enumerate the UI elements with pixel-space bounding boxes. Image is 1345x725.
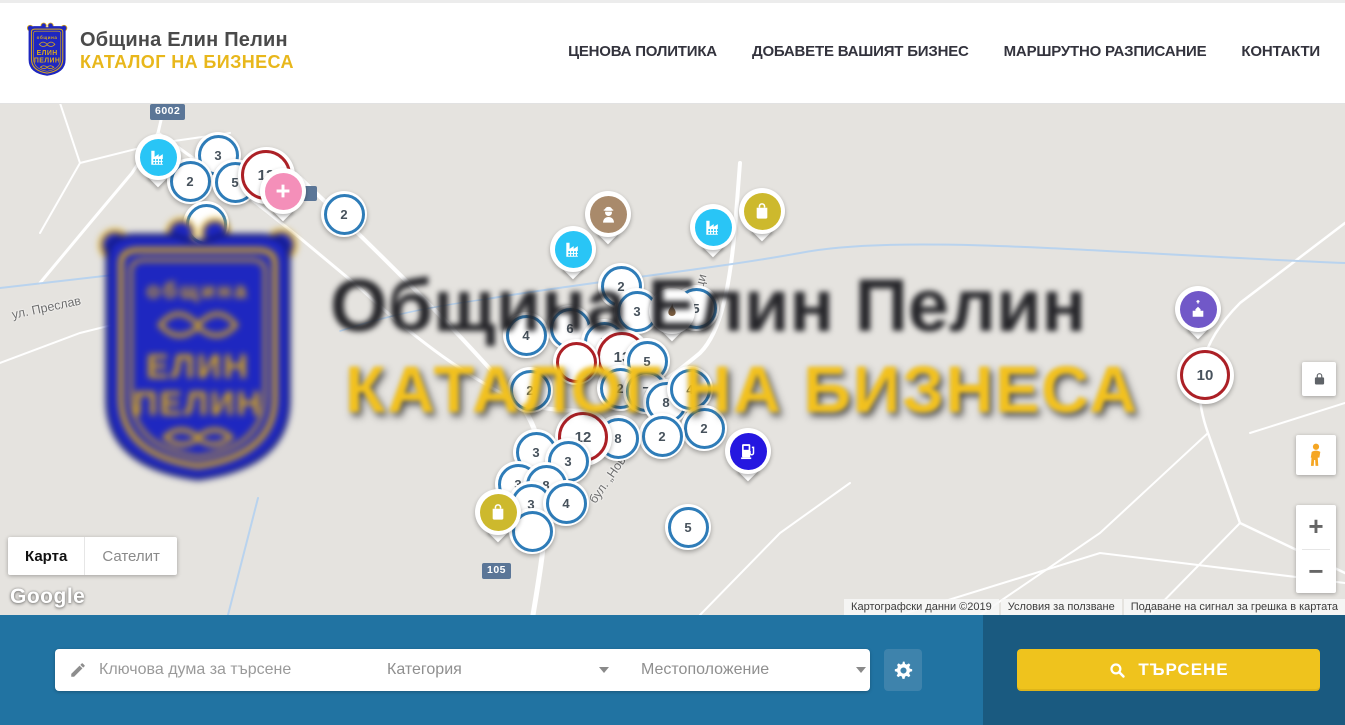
brand-subtitle: КАТАЛОГ НА БИЗНЕСА — [80, 52, 294, 73]
cluster-marker[interactable]: 5 — [665, 504, 711, 550]
nav-item-contacts[interactable]: КОНТАКТИ — [1241, 43, 1320, 60]
brand-title: Община Елин Пелин — [80, 29, 294, 52]
attribution-report-error-link[interactable]: Подаване на сигнал за грешка в картата — [1124, 599, 1345, 615]
gear-icon — [893, 660, 914, 681]
cluster-marker[interactable] — [553, 339, 599, 385]
pin-marker-plus[interactable] — [259, 168, 307, 230]
keyword-input[interactable] — [97, 660, 371, 680]
keyword-field — [55, 649, 371, 691]
category-select[interactable]: Категория — [371, 649, 625, 691]
lock-icon — [1311, 371, 1328, 388]
cluster-marker[interactable]: 2 — [507, 367, 553, 413]
advanced-search-button[interactable] — [884, 649, 922, 691]
cluster-marker[interactable]: 4 — [503, 312, 549, 358]
cluster-marker[interactable] — [183, 201, 229, 247]
chevron-down-icon — [599, 667, 609, 673]
map-type-map-button[interactable]: Карта — [8, 537, 84, 575]
lock-button[interactable] — [1302, 362, 1336, 396]
pin-marker-factory[interactable] — [549, 226, 597, 288]
pin-marker-bag[interactable] — [738, 188, 786, 250]
search-button[interactable]: ТЪРСЕНЕ — [1017, 649, 1320, 691]
cluster-marker[interactable]: 10 — [1177, 347, 1234, 404]
municipality-crest-icon: община ЕЛИН ПЕЛИН — [24, 22, 70, 80]
svg-text:ЕЛИН: ЕЛИН — [37, 50, 58, 57]
location-select-label: Местоположение — [641, 661, 769, 679]
pin-marker-factory[interactable] — [689, 204, 737, 266]
zoom-control: + − — [1296, 505, 1336, 593]
attribution-terms-link[interactable]: Условия за ползване — [1001, 599, 1122, 615]
top-strip — [0, 0, 1345, 3]
pin-marker-church[interactable] — [1174, 286, 1222, 348]
cluster-marker[interactable]: 2 — [321, 191, 367, 237]
map-canvas[interactable]: 3251222356471352278422812333834510 60021… — [0, 103, 1345, 615]
svg-text:ПЕЛИН: ПЕЛИН — [34, 58, 60, 65]
main-nav: ЦЕНОВА ПОЛИТИКА ДОБАВЕТЕ ВАШИЯТ БИЗНЕС М… — [568, 0, 1320, 103]
map-markers-layer: 3251222356471352278422812333834510 — [0, 103, 1345, 615]
map-type-control: Карта Сателит — [8, 537, 177, 575]
svg-text:община: община — [37, 34, 58, 40]
zoom-in-button[interactable]: + — [1296, 505, 1336, 549]
google-logo[interactable]: Google — [10, 585, 85, 609]
nav-item-bus-schedule[interactable]: МАРШРУТНО РАЗПИСАНИЕ — [1004, 43, 1207, 60]
cluster-marker[interactable]: 2 — [681, 405, 727, 451]
map-attribution: Картографски данни ©2019 Условия за полз… — [844, 599, 1345, 615]
map-type-satellite-button[interactable]: Сателит — [84, 537, 177, 575]
chevron-down-icon — [856, 667, 866, 673]
search-field-group: Категория Местоположение — [55, 649, 870, 691]
brand-logo[interactable]: община ЕЛИН ПЕЛИН Община Елин Пелин КАТА… — [24, 22, 294, 80]
category-select-label: Категория — [387, 661, 462, 679]
cluster-marker[interactable]: 2 — [639, 413, 685, 459]
pegman-icon — [1305, 442, 1327, 468]
nav-item-pricing[interactable]: ЦЕНОВА ПОЛИТИКА — [568, 43, 717, 60]
nav-item-add-business[interactable]: ДОБАВЕТЕ ВАШИЯТ БИЗНЕС — [752, 43, 969, 60]
street-view-pegman-button[interactable] — [1296, 435, 1336, 475]
zoom-out-button[interactable]: − — [1296, 550, 1336, 594]
location-select[interactable]: Местоположение — [625, 649, 882, 691]
header: община ЕЛИН ПЕЛИН Община Елин Пелин КАТА… — [0, 0, 1345, 104]
search-bar: Категория Местоположение ТЪРСЕНЕ — [0, 615, 1345, 725]
attribution-copyright: Картографски данни ©2019 — [844, 599, 999, 615]
pin-marker-fuel[interactable] — [724, 428, 772, 490]
search-icon — [1108, 661, 1127, 680]
pencil-icon — [69, 661, 87, 679]
search-button-label: ТЪРСЕНЕ — [1138, 660, 1228, 680]
